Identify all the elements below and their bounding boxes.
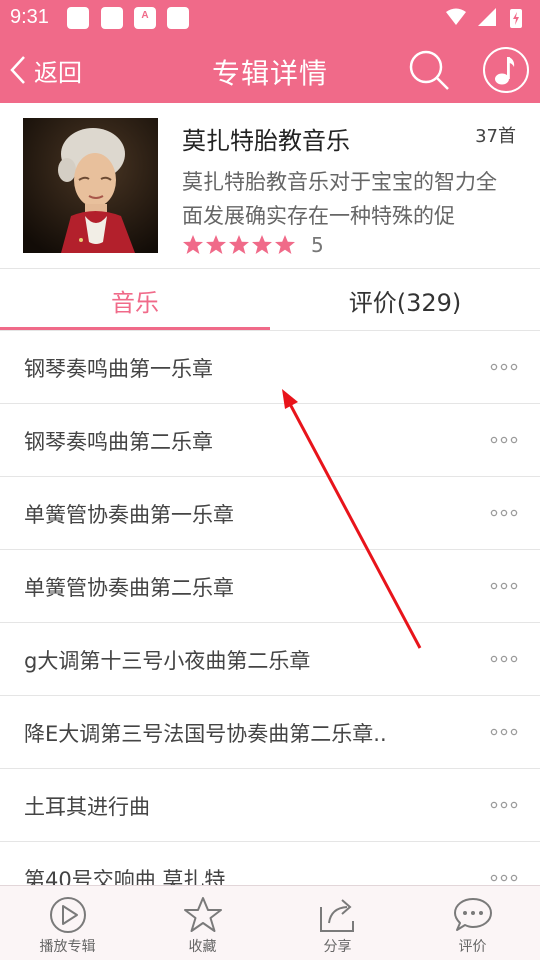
- album-title: 莫扎特胎教音乐: [182, 127, 350, 155]
- star-row: [182, 234, 297, 256]
- notification-icon: [67, 7, 89, 29]
- status-bar: 9:31 A: [0, 0, 540, 36]
- star-filled-icon: [183, 235, 203, 254]
- share-label: 分享: [323, 939, 352, 955]
- star-filled-icon: [275, 235, 295, 254]
- more-options-icon[interactable]: [490, 649, 518, 669]
- more-options-icon[interactable]: [490, 357, 518, 377]
- music-note-icon: [495, 57, 515, 85]
- album-tabs: 音乐 评价(329): [0, 270, 540, 331]
- more-options-icon[interactable]: [490, 430, 518, 450]
- track-title: 第40号交响曲 莫扎特: [24, 868, 226, 885]
- rating-value: 5: [311, 233, 324, 257]
- page-title: 专辑详情: [211, 57, 328, 90]
- bottom-action-bar: 播放专辑 收藏 分享 评价: [0, 885, 540, 960]
- track-title: 钢琴奏鸣曲第一乐章: [24, 357, 213, 381]
- more-options-icon[interactable]: [490, 722, 518, 742]
- status-time: 9:31: [10, 6, 49, 28]
- star-outline-icon: [183, 897, 222, 932]
- share-button[interactable]: 分享: [270, 886, 405, 960]
- track-title: 钢琴奏鸣曲第二乐章: [24, 430, 213, 454]
- album-cover-portrait: [23, 118, 158, 253]
- share-icon: [319, 899, 354, 932]
- star-filled-icon: [252, 235, 272, 254]
- play-circle-icon: [49, 897, 86, 933]
- active-tab-indicator: [0, 327, 270, 330]
- system-status-icons: [446, 8, 522, 28]
- track-row[interactable]: 单簧管协奏曲第二乐章: [0, 550, 540, 623]
- album-header: 莫扎特胎教音乐 37首 莫扎特胎教音乐对于宝宝的智力全面发展确实存在一种特殊的促…: [0, 103, 540, 269]
- track-row[interactable]: 土耳其进行曲: [0, 769, 540, 842]
- more-options-icon[interactable]: [490, 503, 518, 523]
- comment-icon: [453, 898, 492, 931]
- star-filled-icon: [229, 235, 249, 254]
- favorite-button[interactable]: 收藏: [135, 886, 270, 960]
- track-list: 钢琴奏鸣曲第一乐章 钢琴奏鸣曲第二乐章 单簧管协奏曲第一乐章 单簧管协奏曲第二乐章 g大…: [0, 331, 540, 885]
- play-album-label: 播放专辑: [39, 939, 96, 955]
- rating-stars: 5: [182, 233, 324, 257]
- search-icon: [409, 50, 449, 90]
- tab-music[interactable]: 音乐: [0, 270, 270, 330]
- notification-icon: [167, 7, 189, 29]
- play-album-button[interactable]: 播放专辑: [0, 886, 135, 960]
- track-title: g大调第十三号小夜曲第二乐章: [24, 649, 311, 673]
- more-options-icon[interactable]: [490, 868, 518, 885]
- album-description: 莫扎特胎教音乐对于宝宝的智力全面发展确实存在一种特殊的促: [182, 170, 497, 228]
- favorite-label: 收藏: [188, 939, 217, 955]
- search-button[interactable]: [406, 47, 452, 93]
- track-row[interactable]: g大调第十三号小夜曲第二乐章: [0, 623, 540, 696]
- track-row[interactable]: 钢琴奏鸣曲第二乐章: [0, 404, 540, 477]
- track-title: 单簧管协奏曲第二乐章: [24, 576, 234, 600]
- top-bar: 返回 专辑详情: [0, 36, 540, 103]
- star-filled-icon: [206, 235, 226, 254]
- track-row[interactable]: 第40号交响曲 莫扎特: [0, 842, 540, 885]
- album-cover: [23, 118, 158, 253]
- track-row[interactable]: 钢琴奏鸣曲第一乐章: [0, 331, 540, 404]
- signal-icon: [478, 8, 496, 26]
- track-row[interactable]: 降E大调第三号法国号协奏曲第二乐章..: [0, 696, 540, 769]
- notification-icon: [101, 7, 123, 29]
- track-title: 单簧管协奏曲第一乐章: [24, 503, 234, 527]
- notification-badge-label: A: [141, 10, 149, 21]
- tab-reviews[interactable]: 评价(329): [270, 270, 540, 330]
- wifi-icon: [446, 8, 466, 25]
- track-count: 37首: [475, 126, 516, 147]
- more-options-icon[interactable]: [490, 576, 518, 596]
- track-title: 降E大调第三号法国号协奏曲第二乐章..: [24, 722, 387, 746]
- notification-a-icon: A: [134, 7, 156, 29]
- now-playing-button[interactable]: [483, 47, 529, 93]
- more-options-icon[interactable]: [490, 795, 518, 815]
- track-row[interactable]: 单簧管协奏曲第一乐章: [0, 477, 540, 550]
- review-button[interactable]: 评价: [405, 886, 540, 960]
- review-label: 评价: [458, 939, 487, 955]
- track-title: 土耳其进行曲: [24, 795, 150, 819]
